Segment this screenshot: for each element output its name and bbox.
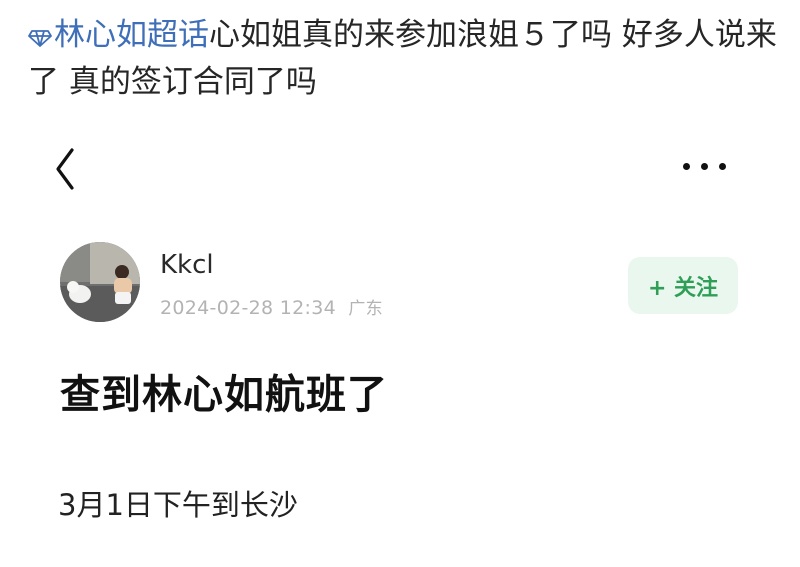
- post-title: 查到林心如航班了: [60, 372, 388, 418]
- topic-link[interactable]: 林心如超话: [28, 17, 209, 53]
- avatar[interactable]: [60, 242, 140, 322]
- post-timestamp: 2024-02-28 12:34: [160, 297, 337, 319]
- post-caption: 林心如超话心如姐真的来参加浪姐５了吗 好多人说来了 真的签订合同了吗: [28, 12, 778, 106]
- diamond-icon: [28, 30, 52, 47]
- author-name[interactable]: Kkcl: [160, 250, 214, 280]
- post-location: 广东: [348, 299, 383, 319]
- post-meta: 2024-02-28 12:34 广东: [160, 294, 383, 319]
- post-body: 3月1日下午到长沙: [58, 488, 298, 522]
- topic-label[interactable]: 林心如超话: [54, 17, 209, 53]
- more-dots-icon[interactable]: [683, 160, 727, 172]
- chevron-left-icon[interactable]: [52, 146, 82, 192]
- follow-button[interactable]: + 关注: [628, 257, 738, 314]
